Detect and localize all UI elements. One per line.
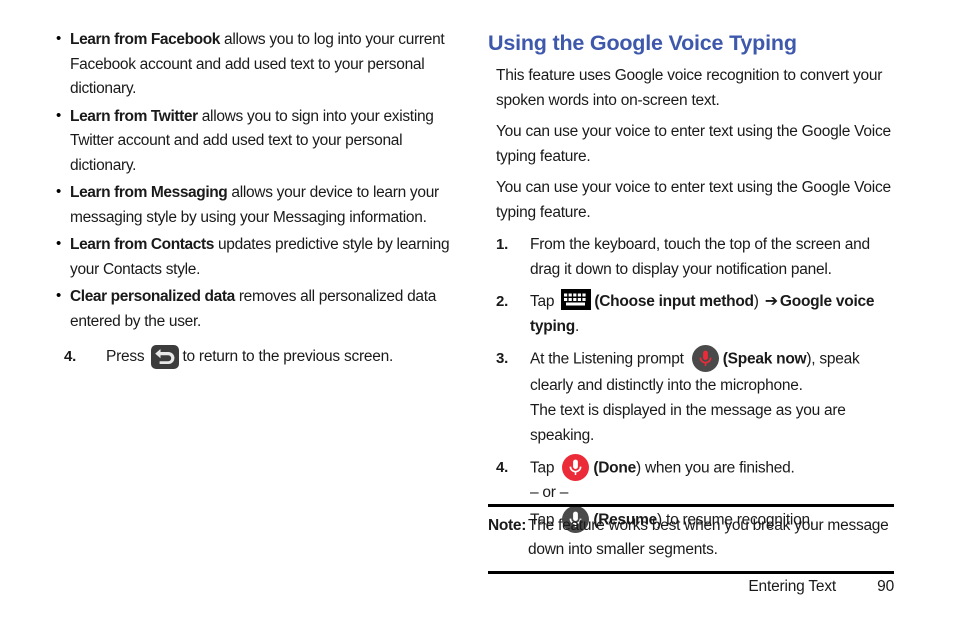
right-column: Using the Google Voice Typing This featu… (488, 30, 894, 534)
mic-speak-now-icon (691, 345, 719, 372)
intro-paragraph-3: You can use your voice to enter text usi… (496, 179, 891, 221)
note-block: Note: The feature works best when you bre… (488, 504, 894, 574)
bullet-term: Learn from Twitter (70, 107, 198, 125)
step-4-label: Done (598, 459, 636, 477)
intro-paragraph-2: You can use your voice to enter text usi… (496, 123, 891, 165)
step-4-text-before: Tap (530, 459, 555, 477)
bullet-term: Clear personalized data (70, 288, 235, 305)
step-2: 2. Tap (Choose input method) ➔ Google vo… (488, 289, 894, 339)
step-3-label-close: ), (806, 350, 816, 368)
step-number: 4. (496, 459, 509, 476)
left-column: Learn from Facebook allows you to log in… (56, 27, 460, 369)
list-item: Learn from Contacts updates predictive s… (56, 232, 460, 282)
left-step-4: 4. Press to return to the previous screen… (56, 344, 460, 369)
mic-done-icon (562, 454, 590, 481)
bullet-term: Learn from Messaging (70, 184, 228, 201)
step-3: 3. At the Listening prompt (Speak now), s… (488, 345, 894, 448)
back-button-icon (151, 344, 180, 369)
page-title: Using the Google Voice Typing (488, 31, 797, 55)
intro-paragraph-1: This feature uses Google voice recogniti… (496, 67, 883, 109)
list-item: Learn from Messaging allows your device … (56, 180, 460, 230)
manual-page: Learn from Facebook allows you to log in… (0, 0, 954, 636)
footer-page-number: 90 (877, 578, 894, 595)
step-3-text-before: At the Listening prompt (530, 350, 684, 368)
note-rule-bottom (488, 571, 894, 574)
note-label: Note: (488, 517, 527, 534)
step-text: From the keyboard, touch the top of the … (530, 236, 870, 278)
step-number: 1. (496, 236, 509, 253)
bullet-term: Learn from Contacts (70, 236, 214, 253)
step-text-after: to return to the previous screen. (182, 348, 394, 365)
step-number: 4. (64, 348, 77, 365)
keyboard-icon (561, 289, 592, 311)
bullet-term: Learn from Facebook (70, 31, 221, 48)
footer-chapter: Entering Text (748, 578, 836, 595)
arrow-right-icon: ➔ (764, 293, 778, 310)
step-2-label-close: ) (753, 293, 759, 310)
step-text-before: Tap (530, 293, 555, 310)
note-body: Note: The feature works best when you bre… (488, 507, 894, 562)
list-item: Learn from Facebook allows you to log in… (56, 27, 460, 102)
step-3-subtext: The text is displayed in the message as … (530, 402, 846, 444)
step-3-label: Speak now (727, 350, 807, 368)
list-item: Clear personalized data removes all pers… (56, 284, 460, 334)
step-2-label: Choose input method (599, 293, 754, 310)
or-separator: – or – (530, 484, 569, 501)
step-1: 1. From the keyboard, touch the top of th… (488, 232, 894, 282)
step-2-period: . (575, 318, 580, 335)
step-number: 2. (496, 293, 509, 310)
step-number: 3. (496, 350, 509, 367)
settings-bullet-list: Learn from Facebook allows you to log in… (56, 27, 460, 334)
list-item: Learn from Twitter allows you to sign in… (56, 104, 460, 179)
step-text-before: Press (106, 348, 145, 365)
note-text: The feature works best when you break yo… (528, 517, 889, 558)
step-4-text-after: when you are finished. (640, 459, 795, 477)
page-footer: Entering Text 90 (488, 578, 894, 596)
